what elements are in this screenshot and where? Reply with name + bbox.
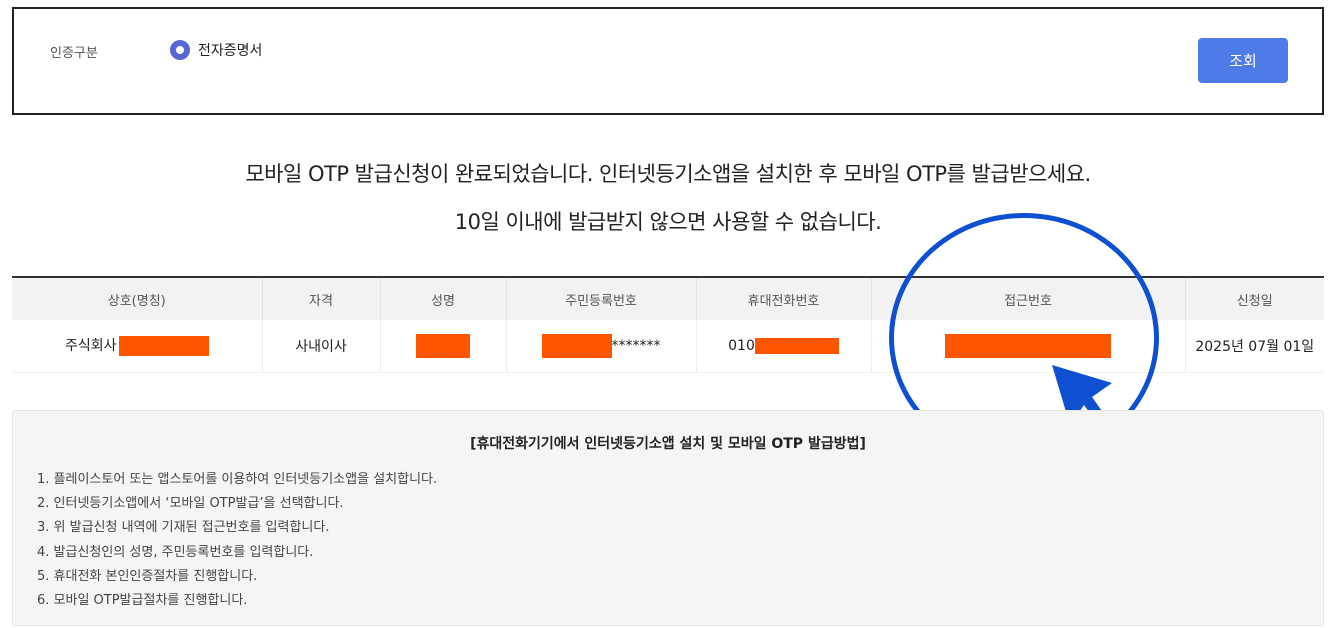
company-prefix: 주식회사 bbox=[64, 338, 117, 355]
name-redaction bbox=[416, 333, 470, 358]
list-item: 2. 인터넷등기소앱에서 ‘모바일 OTP발급’을 선택합니다. bbox=[37, 496, 344, 512]
header-role: 자격 bbox=[262, 278, 381, 320]
cell-name bbox=[380, 320, 507, 373]
list-item: 5. 휴대전화 본인인증절차를 진행합니다. bbox=[37, 568, 258, 584]
list-item: 6. 모바일 OTP발급절차를 진행합니다. bbox=[37, 593, 248, 609]
header-company: 상호(명칭) bbox=[12, 278, 263, 320]
search-button[interactable]: 조회 bbox=[1198, 38, 1288, 83]
cell-role: 사내이사 bbox=[262, 320, 381, 373]
header-apply-date: 신청일 bbox=[1185, 278, 1324, 320]
company-redaction bbox=[118, 336, 209, 357]
list-item: 4. 발급신청인의 성명, 주민등록번호를 입력합니다. bbox=[37, 544, 314, 560]
radio-label-e-certificate[interactable]: 전자증명서 bbox=[198, 40, 262, 60]
guide-title: [휴대전화기기에서 인터넷등기소앱 설치 및 모바일 OTP 발급방법] bbox=[470, 436, 866, 452]
cell-apply-date: 2025년 07월 01일 bbox=[1185, 320, 1324, 373]
list-item: 3. 위 발급신청 내역에 기재된 접근번호를 입력합니다. bbox=[37, 520, 330, 536]
completion-notice: 모바일 OTP 발급신청이 완료되었습니다. 인터넷등기소앱을 설치한 후 모바… bbox=[245, 162, 1091, 186]
rrn-redaction bbox=[541, 333, 612, 358]
radio-selected-icon[interactable] bbox=[170, 40, 190, 60]
phone-prefix: 010 bbox=[728, 337, 755, 354]
phone-redaction bbox=[754, 337, 839, 354]
header-phone: 휴대전화번호 bbox=[696, 278, 872, 320]
guide-panel: [휴대전화기기에서 인터넷등기소앱 설치 및 모바일 OTP 발급방법] 1. … bbox=[12, 410, 1324, 626]
auth-type-radio-option[interactable]: 전자증명서 bbox=[170, 40, 262, 60]
cell-rrn: ******* bbox=[506, 320, 697, 373]
cell-company: 주식회사 bbox=[12, 320, 263, 373]
search-panel: 인증구분 전자증명서 조회 bbox=[12, 7, 1324, 115]
cell-phone: 010 bbox=[696, 320, 872, 373]
auth-type-label: 인증구분 bbox=[50, 46, 98, 61]
rrn-masked-suffix: ******* bbox=[611, 337, 661, 354]
expiry-notice: 10일 이내에 발급받지 않으면 사용할 수 없습니다. bbox=[454, 210, 882, 234]
header-name: 성명 bbox=[380, 278, 507, 320]
list-item: 1. 플레이스토어 또는 앱스토어를 이용하여 인터넷등기소앱을 설치합니다. bbox=[37, 472, 438, 487]
header-rrn: 주민등록번호 bbox=[506, 278, 697, 320]
guide-steps: 1. 플레이스토어 또는 앱스토어를 이용하여 인터넷등기소앱을 설치합니다. … bbox=[37, 468, 437, 613]
